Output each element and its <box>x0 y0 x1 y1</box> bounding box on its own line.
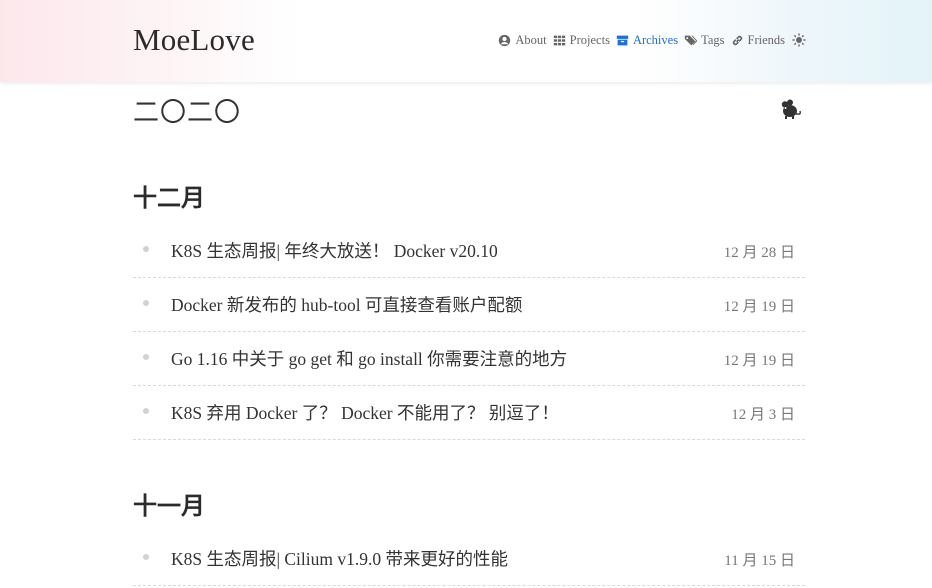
site-header: MoeLove About Projects Archives Tags Fri… <box>0 0 932 82</box>
user-circle-icon <box>499 34 511 46</box>
nav-projects[interactable]: Projects <box>553 33 610 48</box>
nav-friends[interactable]: Friends <box>731 32 786 48</box>
list-item[interactable]: K8S 弃用 Docker 了？ Docker 不能用了？ 别逗了！ 12 月 … <box>133 386 805 440</box>
bullet-dot <box>143 246 149 252</box>
archive-icon <box>616 35 629 45</box>
nav-tags-label: Tags <box>701 32 725 47</box>
post-date: 12 月 19 日 <box>723 353 795 369</box>
bullet-dot <box>143 300 149 306</box>
bullet-dot <box>143 354 149 360</box>
post-title-link[interactable]: K8S 弃用 Docker 了？ Docker 不能用了？ 别逗了！ <box>171 400 559 425</box>
link-icon <box>732 35 742 45</box>
post-title-link[interactable]: Docker 新发布的 hub-tool 可直接查看账户配额 <box>171 292 522 317</box>
year-section-header: 二〇二〇 <box>133 92 805 128</box>
site-logo[interactable]: MoeLove <box>133 22 255 58</box>
sun-icon <box>791 33 806 47</box>
list-item[interactable]: Go 1.16 中关于 go get 和 go install 你需要注意的地方… <box>133 332 805 386</box>
nav-friends-label: Friends <box>747 32 786 47</box>
tags-icon <box>684 35 698 45</box>
bullet-dot <box>143 554 149 560</box>
theme-toggle-button[interactable] <box>791 33 806 48</box>
post-date: 12 月 3 日 <box>731 407 795 423</box>
month-title-december: 十二月 <box>133 183 205 212</box>
post-date: 11 月 15 日 <box>724 553 795 569</box>
list-item[interactable]: Docker 新发布的 hub-tool 可直接查看账户配额 12 月 19 日 <box>133 278 805 332</box>
nav-about[interactable]: About <box>498 32 547 48</box>
nav-archives-label: Archives <box>632 32 679 47</box>
main-nav: About Projects Archives Tags Friends <box>498 31 806 49</box>
nav-archives[interactable]: Archives <box>616 33 678 48</box>
post-list-december: K8S 生态周报| 年终大放送！ Docker v20.10 12 月 28 日… <box>133 224 805 440</box>
nav-tags[interactable]: Tags <box>684 32 725 48</box>
rat-zodiac-icon <box>781 99 801 119</box>
nav-about-label: About <box>515 32 547 47</box>
nav-projects-label: Projects <box>569 32 610 47</box>
bullet-dot <box>143 408 149 414</box>
post-title-link[interactable]: K8S 生态周报| Cilium v1.9.0 带来更好的性能 <box>171 546 508 571</box>
grid-icon <box>553 35 565 45</box>
list-item[interactable]: K8S 生态周报| Cilium v1.9.0 带来更好的性能 11 月 15 … <box>133 532 805 586</box>
post-date: 12 月 19 日 <box>723 299 795 315</box>
month-title-november: 十一月 <box>133 491 205 520</box>
post-title-link[interactable]: K8S 生态周报| 年终大放送！ Docker v20.10 <box>171 238 498 263</box>
list-item[interactable]: K8S 生态周报| 年终大放送！ Docker v20.10 12 月 28 日 <box>133 224 805 278</box>
post-list-november: K8S 生态周报| Cilium v1.9.0 带来更好的性能 11 月 15 … <box>133 532 805 586</box>
post-date: 12 月 28 日 <box>723 245 795 261</box>
year-title: 二〇二〇 <box>133 98 242 128</box>
post-title-link[interactable]: Go 1.16 中关于 go get 和 go install 你需要注意的地方 <box>171 346 567 371</box>
